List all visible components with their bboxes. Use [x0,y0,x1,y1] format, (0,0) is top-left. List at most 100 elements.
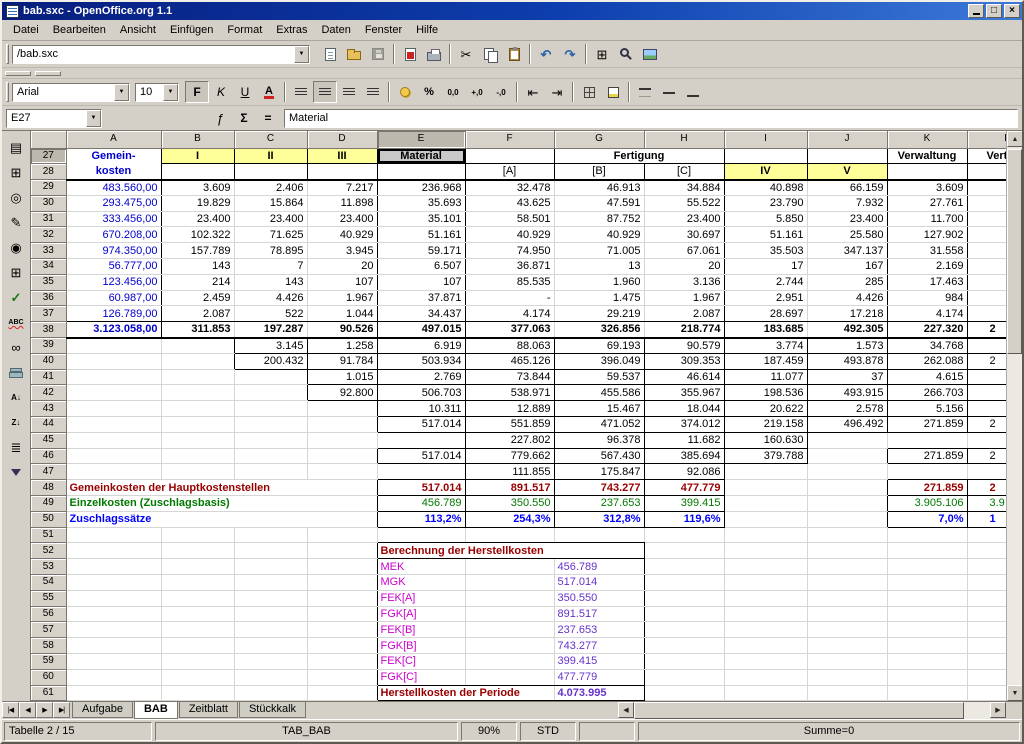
cell-I61[interactable] [724,685,807,701]
cell-I31[interactable]: 5.850 [724,211,807,227]
cell-J37[interactable]: 17.218 [807,306,887,322]
cell-G35[interactable]: 1.960 [554,274,644,290]
row-header-39[interactable]: 39 [31,338,66,354]
cell-K55[interactable] [887,590,967,606]
cell-B40[interactable] [161,353,234,369]
cell-L58[interactable] [967,638,1006,654]
cell-G32[interactable]: 40.929 [554,227,644,243]
cell-K58[interactable] [887,638,967,654]
cell-E47[interactable] [377,464,465,480]
cell-J60[interactable] [807,669,887,685]
cell-G58[interactable]: 743.277 [554,638,644,654]
cell-L61[interactable] [967,685,1006,701]
cell-G37[interactable]: 29.219 [554,306,644,322]
cell-G34[interactable]: 13 [554,259,644,275]
cell-L52[interactable] [967,543,1006,559]
cell-C54[interactable] [234,575,307,591]
cell-L47[interactable] [967,464,1006,480]
cell-G50[interactable]: 312,8% [554,511,644,527]
cell-F58[interactable] [465,638,554,654]
draw-functions-icon[interactable]: ✎ [4,211,28,234]
cell-G33[interactable]: 71.005 [554,243,644,259]
sheet-tab-bab[interactable]: BAB [134,702,178,719]
cell-C27[interactable]: II [234,148,307,164]
cell-I47[interactable] [724,464,807,480]
cell-J31[interactable]: 23.400 [807,211,887,227]
cell-I40[interactable]: 187.459 [724,353,807,369]
cell-E48[interactable]: 517.014 [377,480,465,496]
row-header-58[interactable]: 58 [31,638,66,654]
cell-G28[interactable]: [B] [554,164,644,180]
toolbar-grip[interactable] [6,82,9,102]
cell-F56[interactable] [465,606,554,622]
cell-G42[interactable]: 455.586 [554,385,644,401]
cell-I53[interactable] [724,559,807,575]
align-left-icon[interactable] [289,81,313,103]
cell-A31[interactable]: 333.456,00 [66,211,161,227]
cell-D44[interactable] [307,417,377,433]
cell-H28[interactable]: [C] [644,164,724,180]
cell-G57[interactable]: 237.653 [554,622,644,638]
cell-B46[interactable] [161,448,234,464]
cell-E58[interactable]: FGK[B] [377,638,465,654]
cell-L41[interactable] [967,369,1006,385]
cell-D43[interactable] [307,401,377,417]
cell-E36[interactable]: 37.871 [377,290,465,306]
insert-object-icon[interactable]: ◎ [4,186,28,209]
cell-I39[interactable]: 3.774 [724,338,807,354]
auto-spellcheck-icon[interactable]: ABC [4,311,28,334]
cell-C52[interactable] [234,543,307,559]
cell-A54[interactable] [66,575,161,591]
underline-icon[interactable]: U [233,81,257,103]
cell-F60[interactable] [465,669,554,685]
cell-L51[interactable] [967,527,1006,543]
cell-E54[interactable]: MGK [377,575,465,591]
cell-J47[interactable] [807,464,887,480]
cell-K36[interactable]: 984 [887,290,967,306]
cell-H55[interactable] [644,590,724,606]
column-header-E[interactable]: E [377,131,465,148]
cell-K37[interactable]: 4.174 [887,306,967,322]
cell-J57[interactable] [807,622,887,638]
cell-G53[interactable]: 456.789 [554,559,644,575]
form-functions-icon[interactable]: ◉ [4,236,28,259]
cell-B36[interactable]: 2.459 [161,290,234,306]
cell-A35[interactable]: 123.456,00 [66,274,161,290]
column-header-K[interactable]: K [887,131,967,148]
cell-D54[interactable] [307,575,377,591]
cell-F28[interactable]: [A] [465,164,554,180]
row-header-32[interactable]: 32 [31,227,66,243]
row-header-37[interactable]: 37 [31,306,66,322]
cell-B44[interactable] [161,417,234,433]
cell-B45[interactable] [161,432,234,448]
cell-B30[interactable]: 19.829 [161,195,234,211]
row-header-55[interactable]: 55 [31,590,66,606]
align-bottom-icon[interactable] [681,81,705,103]
horizontal-scroll-track[interactable] [634,702,990,719]
cell-A61[interactable] [66,685,161,701]
cell-K31[interactable]: 11.700 [887,211,967,227]
cell-D28[interactable] [307,164,377,180]
cell-L44[interactable]: 2 [967,417,1006,433]
cell-H49[interactable]: 399.415 [644,496,724,512]
cell-A42[interactable] [66,385,161,401]
column-header-I[interactable]: I [724,131,807,148]
cell-J51[interactable] [807,527,887,543]
row-header-38[interactable]: 38 [31,322,66,338]
cell-L32[interactable] [967,227,1006,243]
cell-A56[interactable] [66,606,161,622]
cell-C32[interactable]: 71.625 [234,227,307,243]
cell-K41[interactable]: 4.615 [887,369,967,385]
cell-A60[interactable] [66,669,161,685]
select-all-corner[interactable] [31,131,66,148]
cell-K49[interactable]: 3.905.106 [887,496,967,512]
cell-C51[interactable] [234,527,307,543]
cell-G29[interactable]: 46.913 [554,180,644,196]
cell-H57[interactable] [644,622,724,638]
row-header-28[interactable]: 28 [31,164,66,180]
cell-B57[interactable] [161,622,234,638]
url-dropdown-icon[interactable]: ▼ [294,46,309,63]
function-wizard-icon[interactable]: ƒ [208,107,232,129]
cell-K57[interactable] [887,622,967,638]
cell-F35[interactable]: 85.535 [465,274,554,290]
